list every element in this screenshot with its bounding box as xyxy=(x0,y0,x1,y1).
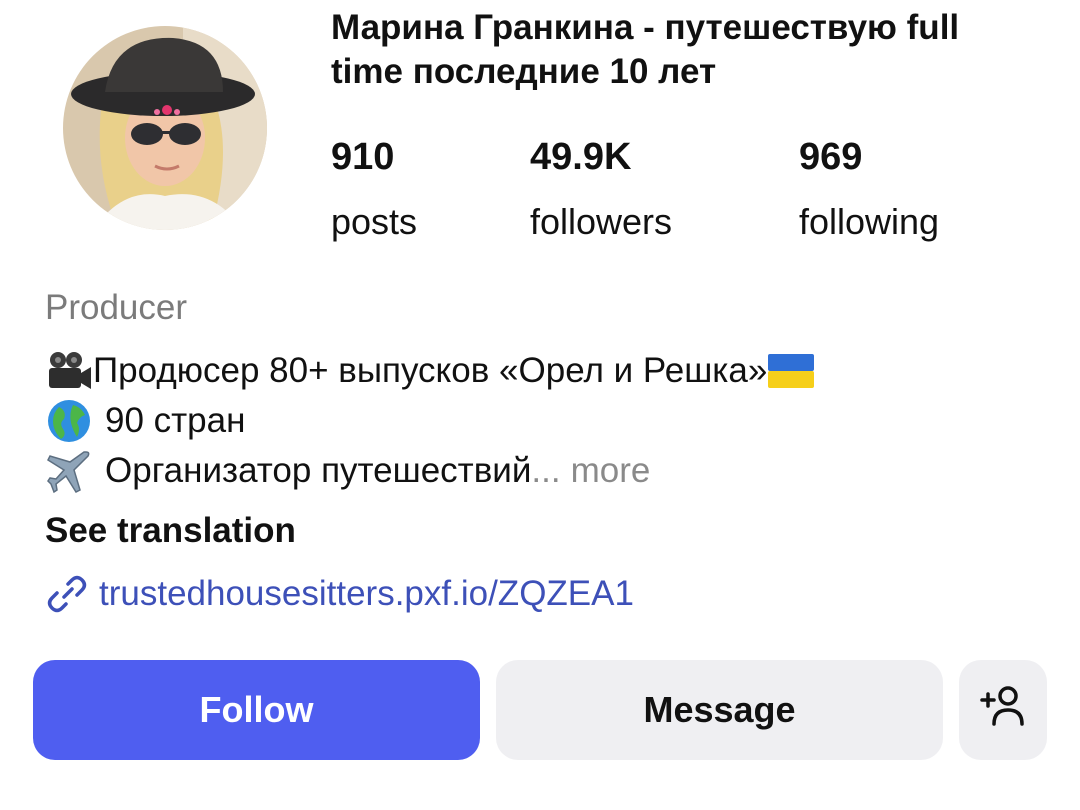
follow-button-label: Follow xyxy=(199,689,314,730)
stat-posts[interactable]: 910 posts xyxy=(331,134,417,245)
link-icon xyxy=(45,572,89,616)
airplane-icon xyxy=(45,447,93,495)
globe-icon xyxy=(45,397,93,445)
ukraine-flag-icon xyxy=(767,347,815,395)
website-link[interactable]: trustedhousesitters.pxf.io/ZQZEA1 xyxy=(45,570,634,618)
following-label: following xyxy=(799,201,940,242)
add-user-button[interactable] xyxy=(959,660,1047,760)
bio-line-3-text: Организатор путешествий xyxy=(105,451,532,490)
profile-bio: Продюсер 80+ выпусков «Орел и Решка» 90 … xyxy=(45,346,1045,496)
followers-label: followers xyxy=(530,201,673,242)
more-link[interactable]: more xyxy=(571,446,651,496)
add-user-icon xyxy=(978,684,1028,737)
posts-count: 910 xyxy=(331,136,395,178)
website-link-text: trustedhousesitters.pxf.io/ZQZEA1 xyxy=(99,574,634,613)
message-button[interactable]: Message xyxy=(496,660,943,760)
bio-line-1: Продюсер 80+ выпусков «Орел и Решка» xyxy=(45,346,1045,396)
message-button-label: Message xyxy=(643,689,796,730)
movie-camera-icon xyxy=(45,347,93,395)
bio-line-2: 90 стран xyxy=(45,396,1045,446)
profile-category: Producer xyxy=(45,288,188,327)
bio-line-3: Организатор путешествий ... more xyxy=(45,446,1045,496)
follow-button[interactable]: Follow xyxy=(33,660,480,760)
followers-count: 49.9K xyxy=(530,136,632,178)
stat-followers[interactable]: 49.9K followers xyxy=(530,134,672,245)
see-translation-link[interactable]: See translation xyxy=(45,508,296,554)
avatar[interactable] xyxy=(63,26,267,230)
posts-label: posts xyxy=(331,201,418,242)
profile-avatar-photo xyxy=(63,26,267,230)
bio-line-2-text: 90 стран xyxy=(105,401,246,440)
stat-following[interactable]: 969 following xyxy=(799,134,939,245)
following-count: 969 xyxy=(799,136,863,178)
profile-page: Марина Гранкина - путешествую full time … xyxy=(0,0,1080,810)
bio-ellipsis: ... xyxy=(531,451,561,490)
bio-line-1-text: Продюсер 80+ выпусков «Орел и Решка» xyxy=(93,351,768,390)
profile-name: Марина Гранкина - путешествую full time … xyxy=(331,8,960,91)
